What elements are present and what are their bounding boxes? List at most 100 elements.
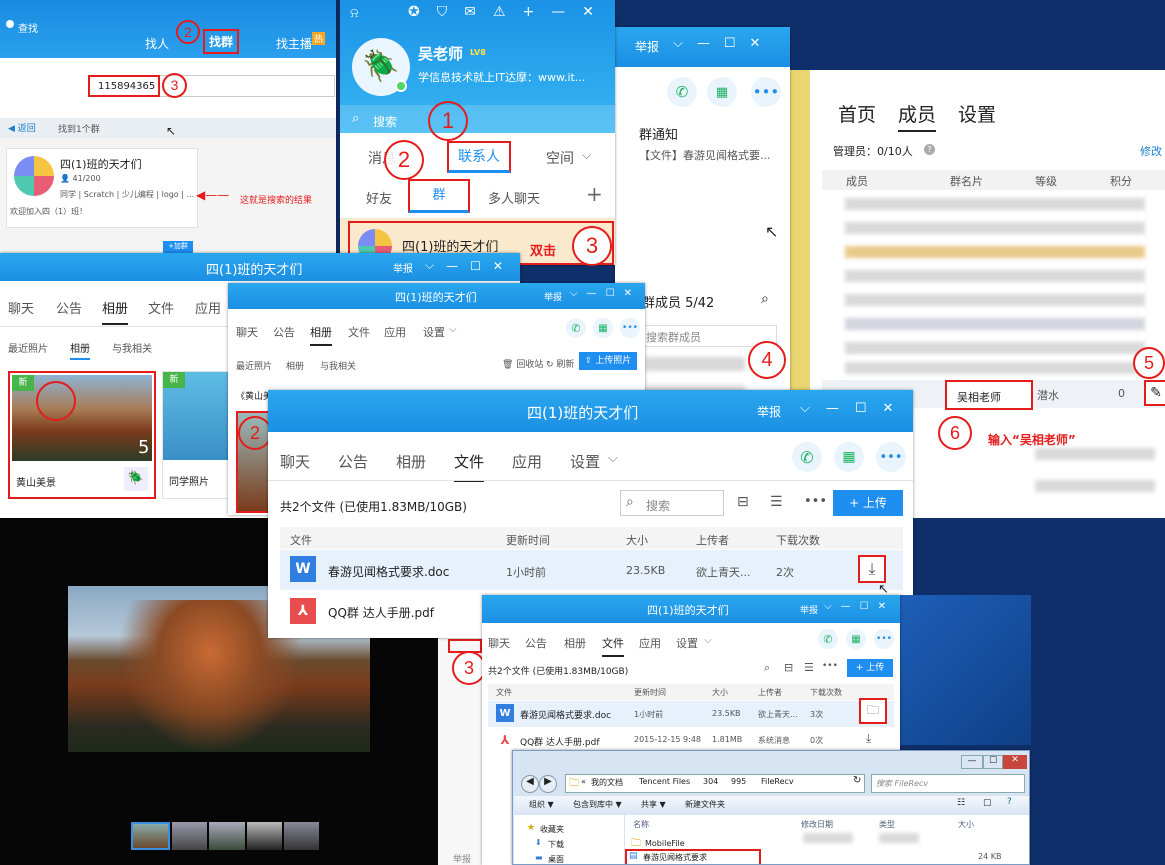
- tab-find-people[interactable]: 找人: [145, 35, 169, 52]
- album2-report[interactable]: 举报: [544, 290, 562, 303]
- dropdown-icon[interactable]: ⌵: [673, 36, 683, 51]
- subtab-mine[interactable]: 与我相关: [112, 340, 152, 355]
- thumbnail[interactable]: [283, 822, 320, 850]
- search-icon[interactable]: ⌕: [761, 291, 769, 307]
- close-icon[interactable]: ✕: [878, 601, 886, 612]
- tab-album[interactable]: 相册: [564, 635, 586, 651]
- subtab-friends[interactable]: 好友: [366, 188, 392, 207]
- subtab-albums[interactable]: 相册: [286, 359, 304, 372]
- preview-pane-icon[interactable]: ▢: [983, 798, 992, 808]
- close-icon[interactable]: ✕: [493, 259, 503, 273]
- tab-apps[interactable]: 应用: [512, 451, 542, 472]
- close-icon[interactable]: ✕: [750, 36, 761, 51]
- tray-icon[interactable]: ⊟: [737, 494, 749, 510]
- file-name[interactable]: MobileFile: [645, 839, 685, 848]
- dropdown-icon[interactable]: ⌵: [425, 258, 434, 273]
- maximize-icon[interactable]: ☐: [606, 288, 615, 299]
- more-icon[interactable]: •••: [876, 442, 906, 472]
- tab-notice[interactable]: 公告: [56, 298, 82, 317]
- tab-notice[interactable]: 公告: [525, 635, 547, 651]
- tab-apps[interactable]: 应用: [639, 635, 661, 651]
- more-icon[interactable]: •••: [620, 318, 640, 338]
- tab-files[interactable]: 文件: [348, 324, 370, 340]
- menu-organize[interactable]: 组织 ▼: [529, 799, 554, 810]
- maximize-icon[interactable]: ☐: [724, 36, 736, 51]
- explorer-search-input[interactable]: 搜索 FileRecv: [871, 774, 1025, 793]
- more-icon[interactable]: •••: [874, 629, 894, 649]
- skin-icon[interactable]: ✪: [408, 4, 420, 20]
- subtab-multichat[interactable]: 多人聊天: [488, 188, 540, 207]
- album-card-classmates[interactable]: 新 同学照片: [162, 371, 233, 499]
- tab-contacts[interactable]: 联系人: [447, 141, 511, 173]
- minimize-icon[interactable]: —: [826, 401, 839, 416]
- download-icon[interactable]: ⤓: [858, 555, 886, 583]
- sidebar-favorites[interactable]: 收藏夹: [540, 824, 564, 835]
- calendar-icon[interactable]: ▦: [846, 629, 866, 649]
- forward-icon[interactable]: ▶: [539, 775, 557, 793]
- edit-pencil-icon[interactable]: ✎: [1144, 380, 1165, 406]
- path-filerecv[interactable]: FileRecv: [761, 777, 794, 786]
- close-icon[interactable]: ✕: [624, 288, 632, 299]
- thumbnail[interactable]: [246, 822, 282, 850]
- calendar-icon[interactable]: ▦: [707, 77, 737, 107]
- more-icon[interactable]: •••: [804, 494, 827, 509]
- files2-report[interactable]: 举报: [800, 603, 818, 616]
- files-report[interactable]: 举报: [757, 403, 781, 420]
- tray-icon[interactable]: ⊟: [784, 661, 793, 674]
- tab-settings[interactable]: 设置: [423, 324, 445, 340]
- minimize-icon[interactable]: —: [841, 601, 851, 612]
- list-view-icon[interactable]: ☰: [804, 661, 814, 674]
- album-name[interactable]: 黄山美景: [16, 474, 56, 489]
- tab-apps[interactable]: 应用: [195, 298, 221, 317]
- more-icon[interactable]: •••: [822, 661, 838, 671]
- phone-icon[interactable]: ✆: [667, 77, 697, 107]
- chat-report[interactable]: 举报: [635, 38, 659, 55]
- menu-include[interactable]: 包含到库中 ▼: [573, 799, 622, 810]
- dropdown-icon[interactable]: ⌵: [800, 401, 810, 416]
- group-number-input[interactable]: 115894365: [88, 75, 160, 97]
- path-number-2[interactable]: 995: [731, 777, 746, 786]
- phone-icon[interactable]: ✆: [792, 442, 822, 472]
- tab-album[interactable]: 相册: [396, 451, 426, 472]
- phone-icon[interactable]: ✆: [566, 318, 586, 338]
- minimize-icon[interactable]: —: [551, 4, 565, 20]
- tab-album[interactable]: 相册: [310, 324, 332, 346]
- minimize-icon[interactable]: —: [697, 36, 710, 51]
- tab-chat[interactable]: 聊天: [488, 635, 510, 651]
- thumbnail[interactable]: [131, 822, 171, 850]
- menu-new-folder[interactable]: 新建文件夹: [685, 799, 725, 810]
- maximize-icon[interactable]: ☐: [855, 401, 867, 416]
- path-documents[interactable]: 我的文档: [591, 777, 623, 788]
- minimize-icon[interactable]: —: [446, 259, 458, 273]
- thumbnail[interactable]: [209, 822, 245, 850]
- album-card-huangshan[interactable]: 新 5 黄山美景 🪲: [8, 371, 156, 499]
- upload-photo-button[interactable]: ⇪ 上传照片: [579, 352, 637, 370]
- close-icon[interactable]: ✕: [582, 4, 594, 20]
- shirt-icon[interactable]: ⛉: [437, 4, 448, 20]
- close-icon[interactable]: ✕: [883, 401, 894, 416]
- folder-icon[interactable]: 🗀: [859, 698, 887, 724]
- tab-chat[interactable]: 聊天: [280, 451, 310, 472]
- tab-members[interactable]: 成员: [898, 100, 937, 132]
- album-report[interactable]: 举报: [393, 260, 413, 275]
- upload-button[interactable]: + 上传: [847, 659, 893, 677]
- sidebar-desktop[interactable]: 桌面: [548, 854, 564, 864]
- back-icon[interactable]: ◀: [521, 775, 539, 793]
- file-name[interactable]: QQ群 达人手册.pdf: [328, 604, 434, 621]
- subtab-recent[interactable]: 最近照片: [236, 359, 272, 372]
- dropdown-icon[interactable]: ⌵: [570, 288, 578, 299]
- list-view-icon[interactable]: ☰: [770, 494, 783, 510]
- tab-files[interactable]: 文件: [454, 451, 485, 482]
- maximize-icon[interactable]: ☐: [470, 259, 481, 273]
- tab-settings[interactable]: 设置: [676, 635, 698, 651]
- tab-settings[interactable]: 设置: [958, 100, 996, 127]
- result-group-name[interactable]: 四(1)班的天才们: [60, 156, 142, 172]
- tab-apps[interactable]: 应用: [384, 324, 406, 340]
- back-link[interactable]: ◀ 返回: [8, 121, 36, 134]
- path-number[interactable]: 304: [703, 777, 718, 786]
- more-icon[interactable]: •••: [751, 77, 781, 107]
- thumbnail[interactable]: [172, 822, 208, 850]
- minimize-icon[interactable]: —: [961, 755, 983, 769]
- phone-icon[interactable]: ✆: [818, 629, 838, 649]
- bell-icon[interactable]: ⍾: [350, 6, 359, 21]
